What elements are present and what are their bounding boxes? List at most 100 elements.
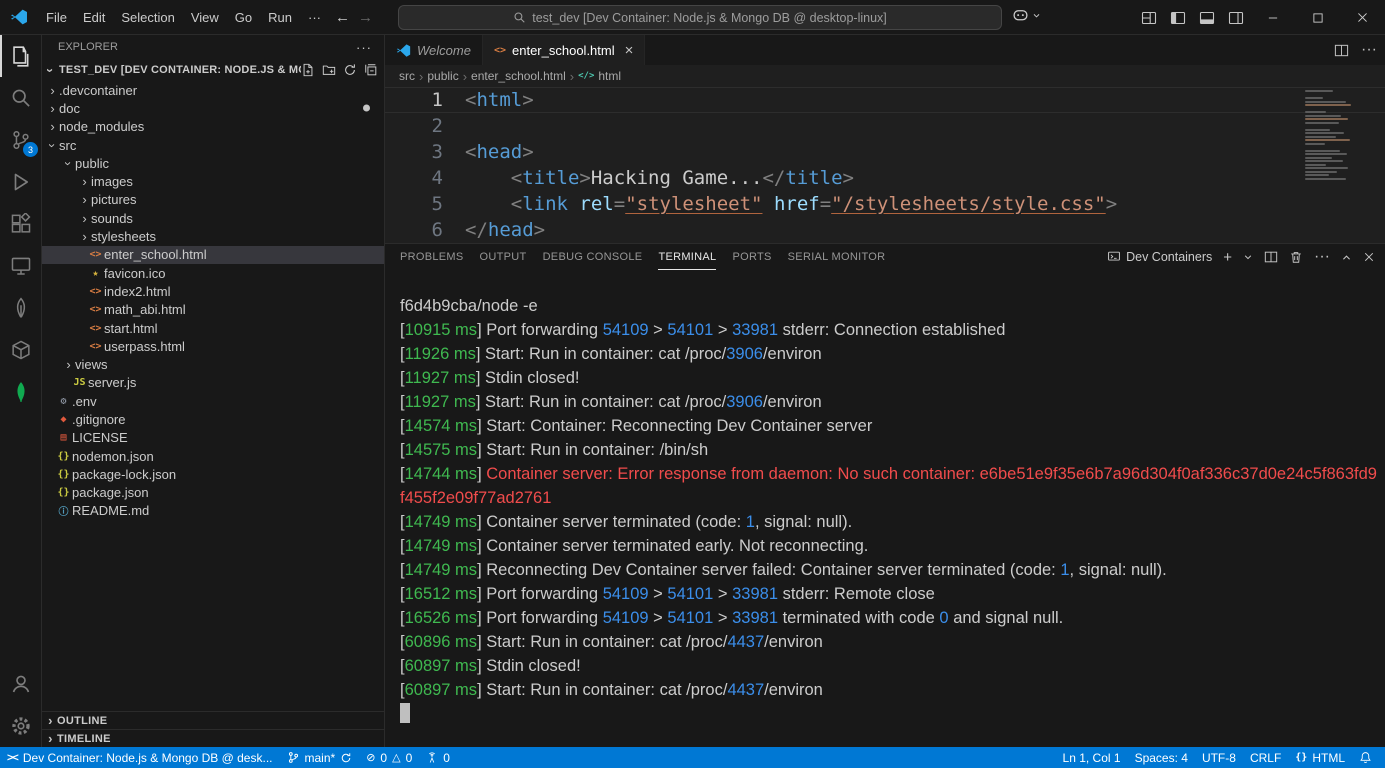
- file-row[interactable]: <>index2.html: [42, 282, 384, 300]
- containers-icon[interactable]: [0, 329, 41, 371]
- git-branch-indicator[interactable]: main*: [280, 747, 360, 768]
- file-row[interactable]: JSserver.js: [42, 374, 384, 392]
- remote-indicator[interactable]: >< Dev Container: Node.js & Mongo DB @ d…: [0, 747, 280, 768]
- settings-gear-icon[interactable]: [0, 705, 41, 747]
- problems-indicator[interactable]: ⊘ 0 △ 0: [359, 747, 419, 768]
- folder-row[interactable]: ›images: [42, 172, 384, 190]
- menu-overflow[interactable]: ···: [300, 7, 329, 28]
- breadcrumb-item[interactable]: </>html: [578, 69, 621, 83]
- menu-file[interactable]: File: [38, 7, 75, 28]
- minimap[interactable]: [1305, 90, 1377, 180]
- file-row[interactable]: {}package.json: [42, 484, 384, 502]
- more-actions-icon[interactable]: ···: [1361, 41, 1377, 59]
- kill-terminal-icon[interactable]: [1289, 250, 1303, 264]
- folder-row[interactable]: ›stylesheets: [42, 227, 384, 245]
- breadcrumb-item[interactable]: src: [399, 69, 415, 83]
- breadcrumb-item[interactable]: public: [427, 69, 458, 83]
- file-row[interactable]: <>userpass.html: [42, 337, 384, 355]
- extensions-icon[interactable]: [0, 203, 41, 245]
- file-row[interactable]: ⓘREADME.md: [42, 502, 384, 520]
- menu-selection[interactable]: Selection: [113, 7, 182, 28]
- folder-row[interactable]: ›.devcontainer: [42, 81, 384, 99]
- tab-welcome[interactable]: Welcome: [385, 35, 483, 65]
- close-panel-icon[interactable]: [1363, 251, 1375, 263]
- toggle-secondary-sidebar-icon[interactable]: [1221, 0, 1250, 35]
- folder-row[interactable]: ›pictures: [42, 191, 384, 209]
- more-actions-icon[interactable]: ···: [356, 40, 372, 55]
- file-row[interactable]: ▤LICENSE: [42, 429, 384, 447]
- cursor-position[interactable]: Ln 1, Col 1: [1056, 747, 1128, 768]
- folder-row[interactable]: ›public: [42, 154, 384, 172]
- panel-tab-debug-console[interactable]: DEBUG CONSOLE: [543, 244, 643, 270]
- file-row[interactable]: {}nodemon.json: [42, 447, 384, 465]
- tab-enter_school-html[interactable]: <>enter_school.html×: [483, 35, 645, 65]
- ports-indicator[interactable]: 0: [419, 747, 457, 768]
- close-window-button[interactable]: [1340, 0, 1385, 35]
- file-row[interactable]: ⚙.env: [42, 392, 384, 410]
- refresh-icon[interactable]: [343, 63, 357, 77]
- panel-tab-serial-monitor[interactable]: SERIAL MONITOR: [788, 244, 886, 270]
- indentation-indicator[interactable]: Spaces: 4: [1128, 747, 1195, 768]
- toggle-sidebar-icon[interactable]: [1163, 0, 1192, 35]
- encoding-indicator[interactable]: UTF-8: [1195, 747, 1243, 768]
- notifications-bell[interactable]: [1352, 747, 1379, 768]
- new-terminal-icon[interactable]: +: [1223, 250, 1232, 265]
- file-row[interactable]: <>math_abi.html: [42, 301, 384, 319]
- folder-row[interactable]: ›views: [42, 355, 384, 373]
- menu-go[interactable]: Go: [227, 7, 260, 28]
- search-activity-icon[interactable]: [0, 77, 41, 119]
- close-tab-icon[interactable]: ×: [625, 43, 634, 58]
- panel-tab-ports[interactable]: PORTS: [732, 244, 771, 270]
- split-editor-icon[interactable]: [1334, 43, 1349, 58]
- source-control-icon[interactable]: 3: [0, 119, 41, 161]
- radio-tower-icon: [426, 752, 438, 764]
- customize-layout-icon[interactable]: [1134, 0, 1163, 35]
- warnings-count: 0: [406, 751, 413, 765]
- toggle-panel-icon[interactable]: [1192, 0, 1221, 35]
- back-arrow-icon[interactable]: ←: [335, 9, 350, 26]
- file-row[interactable]: <>start.html: [42, 319, 384, 337]
- timeline-section[interactable]: › TIMELINE: [42, 729, 384, 747]
- breadcrumb-item[interactable]: enter_school.html: [471, 69, 566, 83]
- forward-arrow-icon[interactable]: →: [358, 9, 373, 26]
- menu-edit[interactable]: Edit: [75, 7, 113, 28]
- file-row[interactable]: <>enter_school.html: [42, 246, 384, 264]
- eol-indicator[interactable]: CRLF: [1243, 747, 1288, 768]
- run-debug-icon[interactable]: [0, 161, 41, 203]
- file-row[interactable]: ★favicon.ico: [42, 264, 384, 282]
- minimize-button[interactable]: [1250, 0, 1295, 35]
- launch-profile-chevron-icon[interactable]: [1243, 252, 1253, 262]
- account-icon[interactable]: [0, 663, 41, 705]
- menu-view[interactable]: View: [183, 7, 227, 28]
- new-folder-icon[interactable]: [322, 63, 336, 77]
- collapse-all-icon[interactable]: [364, 63, 378, 77]
- mongodb-icon[interactable]: [0, 371, 41, 413]
- folder-row[interactable]: ›doc: [42, 99, 384, 117]
- copilot-button[interactable]: [1012, 7, 1041, 24]
- chevron-right-icon: ›: [78, 192, 91, 207]
- terminal-profile-selector[interactable]: Dev Containers: [1107, 250, 1212, 264]
- maximize-button[interactable]: [1295, 0, 1340, 35]
- command-center[interactable]: test_dev [Dev Container: Node.js & Mongo…: [398, 5, 1002, 30]
- file-row[interactable]: ◆.gitignore: [42, 410, 384, 428]
- folder-row[interactable]: ›node_modules: [42, 118, 384, 136]
- more-actions-icon[interactable]: ···: [1314, 248, 1330, 266]
- leaf-icon[interactable]: [0, 287, 41, 329]
- outline-section[interactable]: › OUTLINE: [42, 711, 384, 729]
- new-file-icon[interactable]: [301, 63, 315, 77]
- maximize-panel-icon[interactable]: [1341, 252, 1352, 263]
- split-terminal-icon[interactable]: [1264, 250, 1278, 264]
- panel-tab-problems[interactable]: PROBLEMS: [400, 244, 464, 270]
- folder-row[interactable]: ›src: [42, 136, 384, 154]
- panel-tab-output[interactable]: OUTPUT: [480, 244, 527, 270]
- terminal-output[interactable]: f6d4b9cba/node -e[10915 ms] Port forward…: [385, 270, 1385, 747]
- menu-run[interactable]: Run: [260, 7, 300, 28]
- explorer-icon[interactable]: [0, 35, 41, 77]
- project-root[interactable]: › TEST_DEV [DEV CONTAINER: NODE.JS & MON…: [42, 59, 384, 81]
- remote-explorer-icon[interactable]: [0, 245, 41, 287]
- folder-row[interactable]: ›sounds: [42, 209, 384, 227]
- editor[interactable]: 1<html>23<head>4 <title>Hacking Game...<…: [385, 87, 1385, 243]
- file-row[interactable]: {}package-lock.json: [42, 465, 384, 483]
- panel-tab-terminal[interactable]: TERMINAL: [658, 244, 716, 270]
- language-mode-indicator[interactable]: {} HTML: [1288, 747, 1352, 768]
